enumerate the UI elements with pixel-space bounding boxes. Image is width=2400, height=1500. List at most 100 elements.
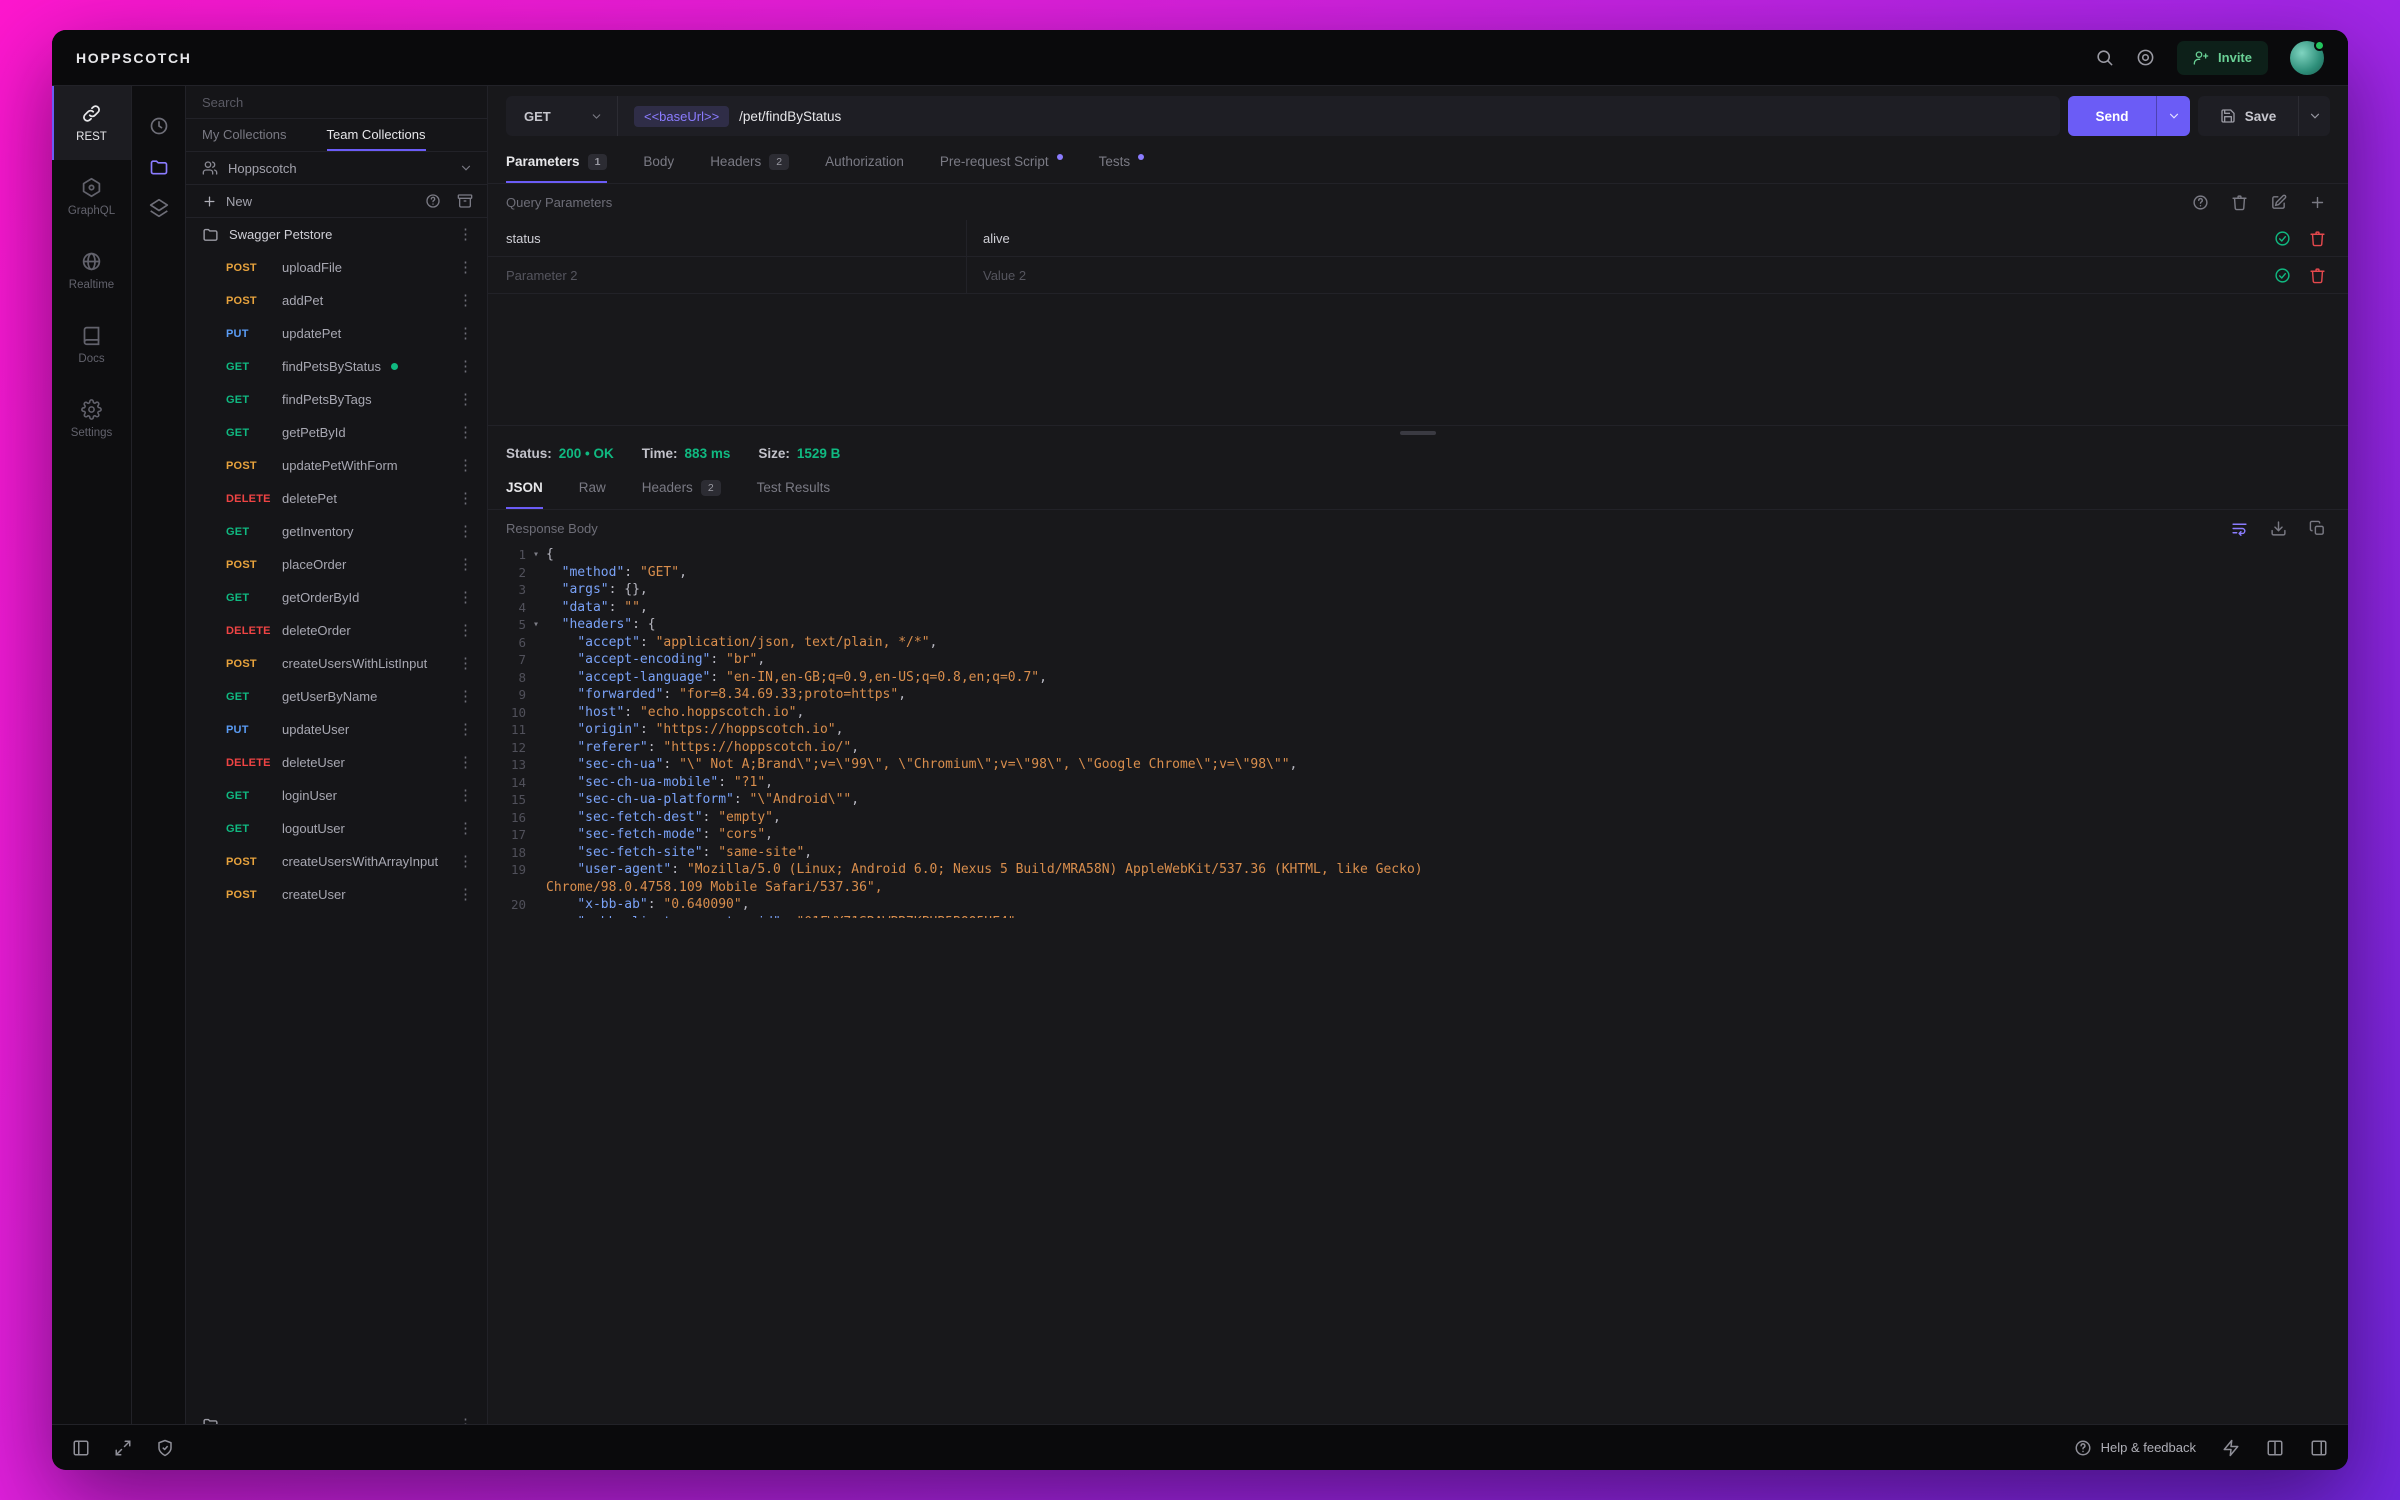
- tab-body[interactable]: Body: [643, 142, 674, 183]
- request-menu-icon[interactable]: ⋮: [458, 392, 473, 407]
- collection-folder[interactable]: Swagger Petstore ⋮: [186, 218, 487, 251]
- zap-icon[interactable]: [2222, 1439, 2240, 1457]
- sidebar-item-rest[interactable]: REST: [52, 86, 131, 160]
- tab-test-results[interactable]: Test Results: [757, 468, 831, 509]
- team-selector[interactable]: Hoppscotch: [186, 152, 487, 185]
- request-item[interactable]: GET getPetById ⋮: [186, 416, 487, 449]
- request-menu-icon[interactable]: ⋮: [458, 656, 473, 671]
- panel-right-toggle-icon[interactable]: [2310, 1439, 2328, 1457]
- request-item[interactable]: DELETE deletePet ⋮: [186, 482, 487, 515]
- environments-layers-icon[interactable]: [149, 198, 169, 218]
- request-item[interactable]: GET findPetsByTags ⋮: [186, 383, 487, 416]
- sidebar-item-settings[interactable]: Settings: [52, 382, 131, 456]
- wrap-lines-icon[interactable]: [2231, 520, 2248, 537]
- copy-icon[interactable]: [2309, 520, 2326, 537]
- download-icon[interactable]: [2270, 520, 2287, 537]
- panel-left-toggle-icon[interactable]: [72, 1439, 90, 1457]
- url-input[interactable]: <<baseUrl>> /pet/findByStatus: [618, 96, 2060, 136]
- param-enabled-check-icon[interactable]: [2274, 267, 2291, 284]
- request-menu-icon[interactable]: ⋮: [458, 359, 473, 374]
- avatar[interactable]: [2290, 39, 2325, 75]
- tab-raw[interactable]: Raw: [579, 468, 606, 509]
- request-menu-icon[interactable]: ⋮: [458, 590, 473, 605]
- param-value-input[interactable]: alive: [966, 220, 2244, 256]
- method-select[interactable]: GET: [506, 96, 618, 136]
- param-enabled-check-icon[interactable]: [2274, 230, 2291, 247]
- request-item[interactable]: DELETE deleteUser ⋮: [186, 746, 487, 779]
- collection-menu-icon[interactable]: ⋮: [458, 1417, 473, 1424]
- request-item[interactable]: POST uploadFile ⋮: [186, 251, 487, 284]
- interceptor-shield-icon[interactable]: [156, 1439, 174, 1457]
- collection-menu-icon[interactable]: ⋮: [458, 227, 473, 242]
- search-icon[interactable]: [2095, 48, 2114, 67]
- response-body-editor[interactable]: 1 ▾{2 "method": "GET", 3 "args": {}, 4 "dat…: [488, 546, 2348, 918]
- clipped-collection-folder[interactable]: ⋮: [186, 1408, 487, 1424]
- request-menu-icon[interactable]: ⋮: [458, 755, 473, 770]
- request-menu-icon[interactable]: ⋮: [458, 524, 473, 539]
- request-item[interactable]: PUT updateUser ⋮: [186, 713, 487, 746]
- pane-resize-handle[interactable]: [1400, 431, 1436, 435]
- support-icon[interactable]: [2136, 48, 2155, 67]
- request-menu-icon[interactable]: ⋮: [458, 854, 473, 869]
- request-item[interactable]: GET logoutUser ⋮: [186, 812, 487, 845]
- request-menu-icon[interactable]: ⋮: [458, 887, 473, 902]
- param-delete-trash-icon[interactable]: [2309, 267, 2326, 284]
- fold-arrow-icon[interactable]: ▾: [526, 616, 546, 634]
- collections-folder-icon[interactable]: [149, 157, 169, 177]
- request-item[interactable]: DELETE deleteOrder ⋮: [186, 614, 487, 647]
- invite-button[interactable]: Invite: [2177, 40, 2268, 75]
- save-button[interactable]: Save: [2198, 96, 2330, 136]
- request-menu-icon[interactable]: ⋮: [458, 788, 473, 803]
- tab-my-collections[interactable]: My Collections: [202, 119, 287, 151]
- request-item[interactable]: GET findPetsByStatus ⋮: [186, 350, 487, 383]
- tab-team-collections[interactable]: Team Collections: [326, 119, 426, 151]
- tab-json[interactable]: JSON: [506, 468, 543, 509]
- param-key-input[interactable]: status: [488, 231, 966, 246]
- request-menu-icon[interactable]: ⋮: [458, 557, 473, 572]
- tab-headers[interactable]: Headers 2: [710, 142, 790, 183]
- plus-icon[interactable]: [202, 194, 217, 209]
- request-item[interactable]: GET loginUser ⋮: [186, 779, 487, 812]
- param-value-input[interactable]: Value 2: [966, 257, 2244, 293]
- request-item[interactable]: POST createUser ⋮: [186, 878, 487, 911]
- request-item[interactable]: POST updatePetWithForm ⋮: [186, 449, 487, 482]
- tab-tests[interactable]: Tests: [1099, 142, 1145, 183]
- request-item[interactable]: GET getOrderById ⋮: [186, 581, 487, 614]
- fold-arrow-icon[interactable]: ▾: [526, 546, 546, 564]
- param-delete-trash-icon[interactable]: [2309, 230, 2326, 247]
- sidebar-item-graphql[interactable]: GraphQL: [52, 160, 131, 234]
- tab-prerequest-script[interactable]: Pre-request Script: [940, 142, 1063, 183]
- request-menu-icon[interactable]: ⋮: [458, 722, 473, 737]
- split-columns-icon[interactable]: [2266, 1439, 2284, 1457]
- shortcuts-expand-icon[interactable]: [114, 1439, 132, 1457]
- request-menu-icon[interactable]: ⋮: [458, 458, 473, 473]
- tab-parameters[interactable]: Parameters 1: [506, 142, 608, 183]
- help-feedback-button[interactable]: Help & feedback: [2074, 1439, 2196, 1457]
- send-button[interactable]: Send: [2068, 96, 2190, 136]
- sidebar-item-realtime[interactable]: Realtime: [52, 234, 131, 308]
- collections-search-input[interactable]: [202, 94, 473, 110]
- new-collection-label[interactable]: New: [226, 194, 252, 209]
- history-clock-icon[interactable]: [149, 116, 169, 136]
- tab-response-headers[interactable]: Headers 2: [642, 468, 721, 509]
- request-item[interactable]: POST createUsersWithListInput ⋮: [186, 647, 487, 680]
- request-item[interactable]: POST placeOrder ⋮: [186, 548, 487, 581]
- request-menu-icon[interactable]: ⋮: [458, 260, 473, 275]
- add-parameter-icon[interactable]: [2309, 194, 2326, 211]
- request-menu-icon[interactable]: ⋮: [458, 326, 473, 341]
- request-menu-icon[interactable]: ⋮: [458, 425, 473, 440]
- request-menu-icon[interactable]: ⋮: [458, 293, 473, 308]
- send-options-chevron[interactable]: [2156, 96, 2190, 136]
- request-item[interactable]: POST addPet ⋮: [186, 284, 487, 317]
- request-menu-icon[interactable]: ⋮: [458, 821, 473, 836]
- request-menu-icon[interactable]: ⋮: [458, 491, 473, 506]
- delete-all-trash-icon[interactable]: [2231, 194, 2248, 211]
- help-circle-icon[interactable]: [2192, 194, 2209, 211]
- sidebar-item-docs[interactable]: Docs: [52, 308, 131, 382]
- save-options-chevron[interactable]: [2298, 96, 2330, 136]
- request-item[interactable]: GET getInventory ⋮: [186, 515, 487, 548]
- param-key-input[interactable]: Parameter 2: [488, 268, 966, 283]
- request-item[interactable]: POST createUsersWithArrayInput ⋮: [186, 845, 487, 878]
- import-export-archive-icon[interactable]: [457, 193, 473, 209]
- bulk-edit-icon[interactable]: [2270, 194, 2287, 211]
